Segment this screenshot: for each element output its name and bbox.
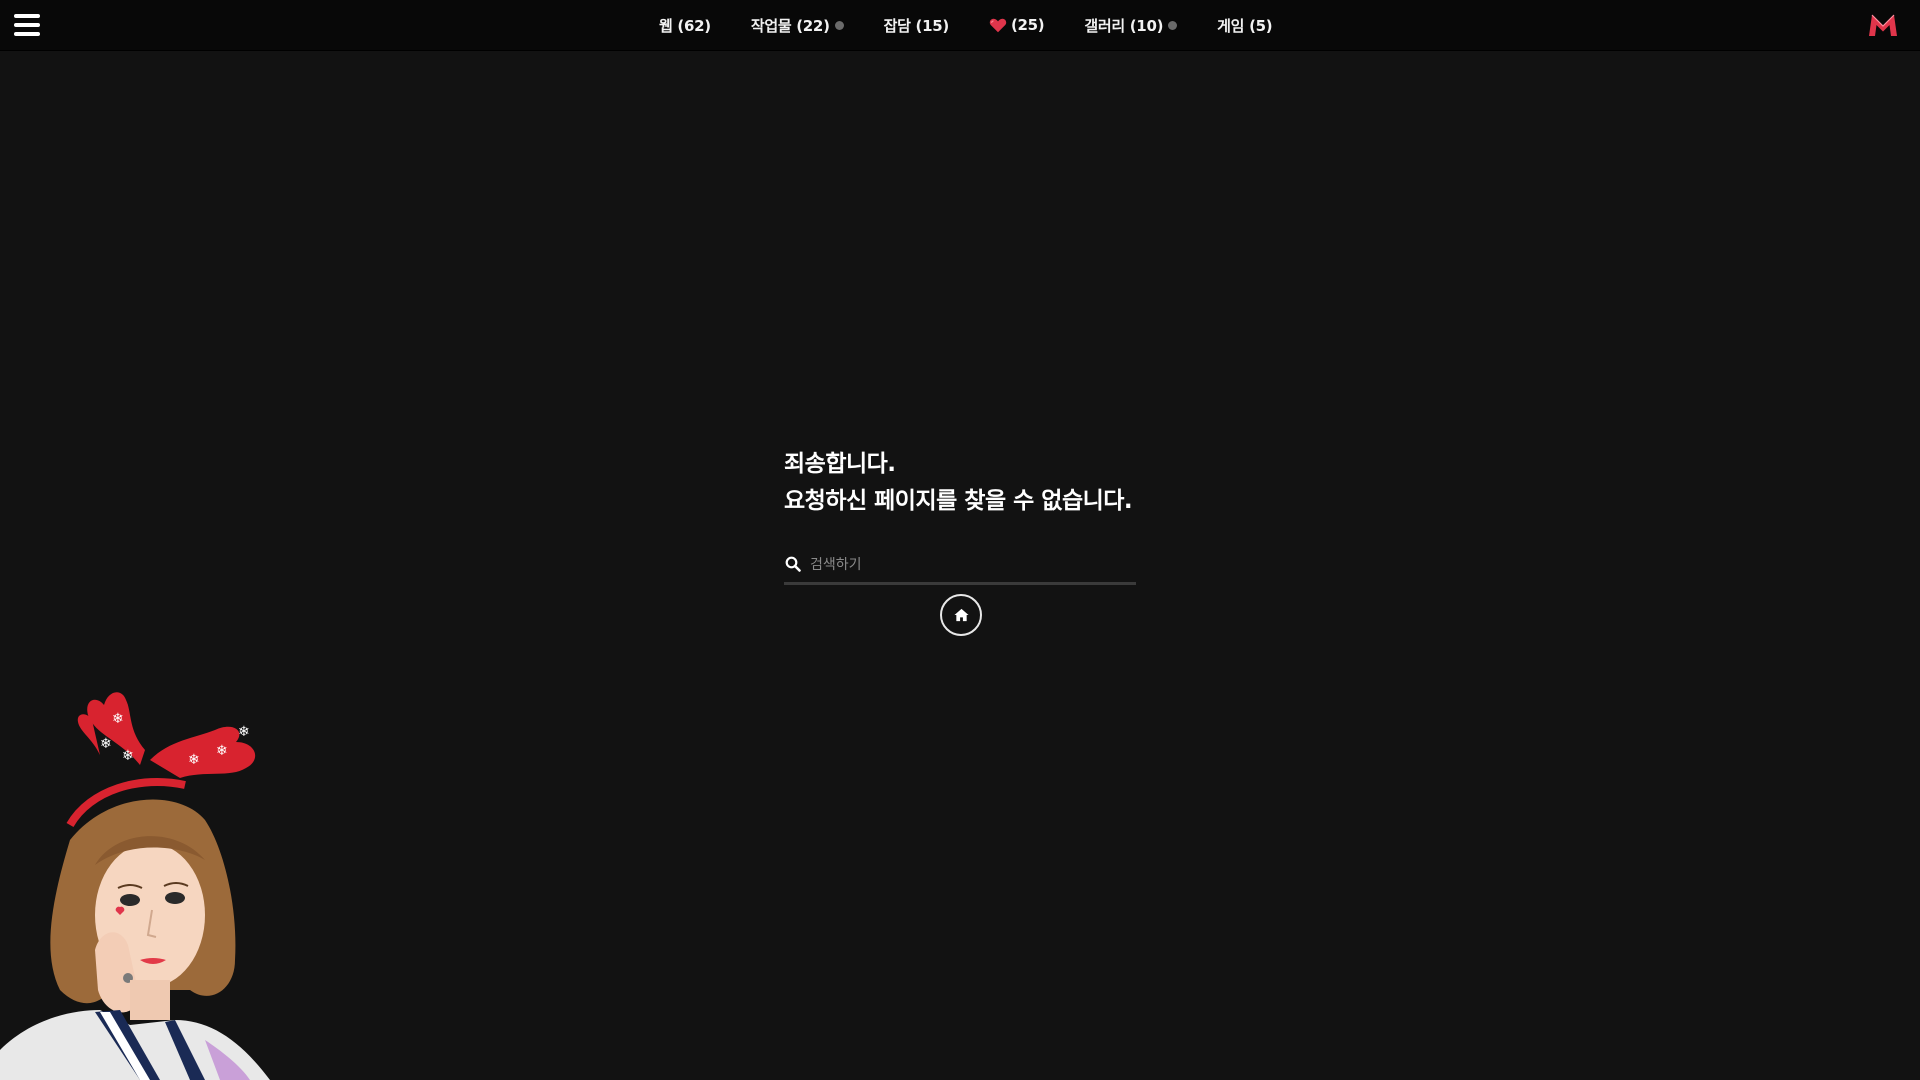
nav-item-label: (25) <box>1010 16 1045 34</box>
home-button[interactable] <box>940 594 982 636</box>
category-nav: 웹 (62) 작업물 (22) 잡담 (15) (25) 갤러리 (10) 게임… <box>659 0 1273 50</box>
m-logo-icon[interactable] <box>1868 12 1898 38</box>
svg-text:❄: ❄ <box>188 752 200 768</box>
new-indicator-dot <box>834 20 844 30</box>
nav-item-game[interactable]: 게임 (5) <box>1217 15 1272 36</box>
character-illustration: ❄ ❄ ❄ ❄ ❄ ❄ <box>0 692 270 1080</box>
nav-item-label: 웹 (62) <box>659 16 711 35</box>
new-indicator-dot <box>1168 20 1178 30</box>
nav-item-label: 잡담 (15) <box>883 16 950 35</box>
nav-item-heart[interactable]: (25) <box>989 16 1045 34</box>
svg-text:❄: ❄ <box>216 743 228 759</box>
nav-item-chat[interactable]: 잡담 (15) <box>883 15 950 36</box>
nav-item-label: 게임 (5) <box>1217 16 1273 35</box>
svg-text:❄: ❄ <box>122 748 134 764</box>
error-title: 죄송합니다. <box>784 451 896 477</box>
nav-item-label: 갤러리 (10) <box>1084 16 1164 35</box>
search-box <box>784 548 1136 585</box>
heart-icon <box>989 18 1007 32</box>
svg-text:❄: ❄ <box>100 736 112 752</box>
error-content: 죄송합니다. 요청하신 페이지를 찾을 수 없습니다. <box>784 446 1136 636</box>
error-message: 요청하신 페이지를 찾을 수 없습니다. <box>784 488 1133 514</box>
nav-item-label: 작업물 (22) <box>750 16 830 35</box>
nav-item-web[interactable]: 웹 (62) <box>659 15 711 36</box>
hamburger-menu-icon[interactable] <box>14 14 40 36</box>
svg-text:❄: ❄ <box>112 711 124 727</box>
svg-text:❄: ❄ <box>238 724 250 740</box>
home-icon <box>953 608 969 622</box>
top-navigation-bar: 웹 (62) 작업물 (22) 잡담 (15) (25) 갤러리 (10) 게임… <box>0 0 1920 51</box>
search-input[interactable] <box>808 552 1132 578</box>
nav-item-gallery[interactable]: 갤러리 (10) <box>1084 15 1178 36</box>
nav-item-works[interactable]: 작업물 (22) <box>751 15 844 36</box>
search-icon <box>785 556 801 572</box>
